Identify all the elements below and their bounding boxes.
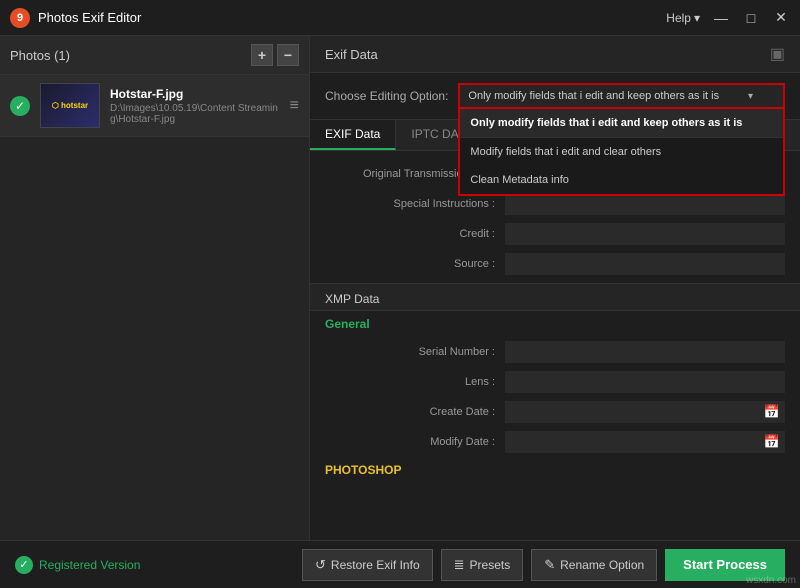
modify-date-calendar-icon[interactable]: 📅 bbox=[764, 434, 780, 450]
restore-icon: ↺ bbox=[315, 557, 326, 573]
help-button[interactable]: Help ▾ bbox=[666, 11, 700, 25]
registered-text: Registered Version bbox=[39, 558, 140, 572]
photo-filename: Hotstar-F.jpg bbox=[110, 87, 280, 101]
photo-check-icon: ✓ bbox=[10, 96, 30, 116]
field-row-modify-date: Modify Date : 📅 bbox=[310, 427, 800, 457]
field-label-serial: Serial Number : bbox=[325, 346, 495, 358]
general-label: General bbox=[310, 311, 800, 337]
field-row-serial: Serial Number : bbox=[310, 337, 800, 367]
editing-option-dropdown-menu: Only modify fields that i edit and keep … bbox=[458, 109, 785, 196]
field-label-lens: Lens : bbox=[325, 376, 495, 388]
remove-photo-button[interactable]: − bbox=[277, 44, 299, 66]
title-bar: 9 Photos Exif Editor Help ▾ — □ ✕ bbox=[0, 0, 800, 36]
photo-thumbnail: ⬡ hotstar bbox=[40, 83, 100, 128]
rename-option-button[interactable]: ✎ Rename Option bbox=[531, 549, 657, 581]
field-input-serial[interactable] bbox=[505, 341, 785, 363]
tab-exif-data[interactable]: EXIF Data bbox=[310, 120, 396, 150]
app-icon: 9 bbox=[10, 8, 30, 28]
field-input-create-date-wrapper: 📅 bbox=[505, 401, 785, 423]
photo-menu-icon[interactable]: ≡ bbox=[290, 97, 299, 115]
field-input-modify-date[interactable] bbox=[510, 436, 764, 448]
minimize-button[interactable]: — bbox=[712, 9, 730, 27]
rename-btn-label: Rename Option bbox=[560, 558, 644, 572]
restore-exif-button[interactable]: ↺ Restore Exif Info bbox=[302, 549, 433, 581]
title-bar-left: 9 Photos Exif Editor bbox=[10, 8, 141, 28]
field-row-source: Source : bbox=[310, 249, 800, 279]
xmp-section-header: XMP Data bbox=[310, 283, 800, 311]
field-label-source: Source : bbox=[325, 258, 495, 270]
photos-title: Photos (1) bbox=[10, 48, 70, 63]
rename-icon: ✎ bbox=[544, 557, 555, 573]
editing-option-bar: Choose Editing Option: Only modify field… bbox=[310, 73, 800, 120]
left-panel: Photos (1) + − ✓ ⬡ hotstar Hotstar-F.jpg… bbox=[0, 36, 310, 540]
dropdown-item-1[interactable]: Modify fields that i edit and clear othe… bbox=[460, 138, 783, 166]
field-row-lens: Lens : bbox=[310, 367, 800, 397]
field-label-credit: Credit : bbox=[325, 228, 495, 240]
exif-header: Exif Data ▣ bbox=[310, 36, 800, 73]
close-button[interactable]: ✕ bbox=[772, 9, 790, 27]
photo-info: Hotstar-F.jpg D:\Images\10.05.19\Content… bbox=[110, 87, 280, 125]
photoshop-label: PHOTOSHOP bbox=[310, 457, 800, 483]
field-input-source[interactable] bbox=[505, 253, 785, 275]
watermark: wsxdn.com bbox=[746, 575, 796, 586]
create-date-calendar-icon[interactable]: 📅 bbox=[764, 404, 780, 420]
field-input-modify-date-wrapper: 📅 bbox=[505, 431, 785, 453]
photo-list-item[interactable]: ✓ ⬡ hotstar Hotstar-F.jpg D:\Images\10.0… bbox=[0, 75, 309, 137]
field-label-modify-date: Modify Date : bbox=[325, 436, 495, 448]
bottom-bar: ✓ Registered Version ↺ Restore Exif Info… bbox=[0, 540, 800, 588]
photos-buttons: + − bbox=[251, 44, 299, 66]
dropdown-item-2[interactable]: Clean Metadata info bbox=[460, 166, 783, 194]
registered-status-icon: ✓ bbox=[15, 556, 33, 574]
exif-header-icon: ▣ bbox=[770, 44, 785, 64]
dropdown-item-0[interactable]: Only modify fields that i edit and keep … bbox=[460, 109, 783, 138]
presets-btn-label: Presets bbox=[470, 558, 511, 572]
presets-button[interactable]: ≣ Presets bbox=[441, 549, 524, 581]
field-input-credit[interactable] bbox=[505, 223, 785, 245]
field-label-instructions: Special Instructions : bbox=[325, 198, 495, 210]
editing-option-dropdown-wrapper: Only modify fields that i edit and keep … bbox=[458, 83, 785, 109]
field-row-credit: Credit : bbox=[310, 219, 800, 249]
field-input-instructions[interactable] bbox=[505, 193, 785, 215]
field-row-create-date: Create Date : 📅 bbox=[310, 397, 800, 427]
editing-option-dropdown[interactable]: Only modify fields that i edit and keep … bbox=[458, 83, 785, 109]
right-panel: Exif Data ▣ Choose Editing Option: Only … bbox=[310, 36, 800, 540]
exif-title: Exif Data bbox=[325, 47, 378, 62]
photo-path: D:\Images\10.05.19\Content Streaming\Hot… bbox=[110, 103, 280, 125]
photos-header: Photos (1) + − bbox=[0, 36, 309, 75]
app-title: Photos Exif Editor bbox=[38, 10, 141, 25]
add-photo-button[interactable]: + bbox=[251, 44, 273, 66]
restore-btn-label: Restore Exif Info bbox=[331, 558, 420, 572]
dropdown-arrow-icon: ▾ bbox=[748, 91, 753, 102]
hotstar-logo: ⬡ hotstar bbox=[41, 84, 99, 127]
title-bar-controls: Help ▾ — □ ✕ bbox=[666, 9, 790, 27]
start-btn-label: Start Process bbox=[683, 557, 767, 572]
field-input-create-date[interactable] bbox=[510, 406, 764, 418]
editing-option-label: Choose Editing Option: bbox=[325, 89, 448, 103]
maximize-button[interactable]: □ bbox=[742, 9, 760, 27]
presets-icon: ≣ bbox=[454, 557, 465, 573]
data-fields-area: Original Transmission Ref : Special Inst… bbox=[310, 151, 800, 491]
registered-status: ✓ Registered Version bbox=[15, 556, 140, 574]
main-layout: Photos (1) + − ✓ ⬡ hotstar Hotstar-F.jpg… bbox=[0, 36, 800, 540]
dropdown-selected-text: Only modify fields that i edit and keep … bbox=[468, 90, 719, 102]
field-input-lens[interactable] bbox=[505, 371, 785, 393]
field-label-create-date: Create Date : bbox=[325, 406, 495, 418]
